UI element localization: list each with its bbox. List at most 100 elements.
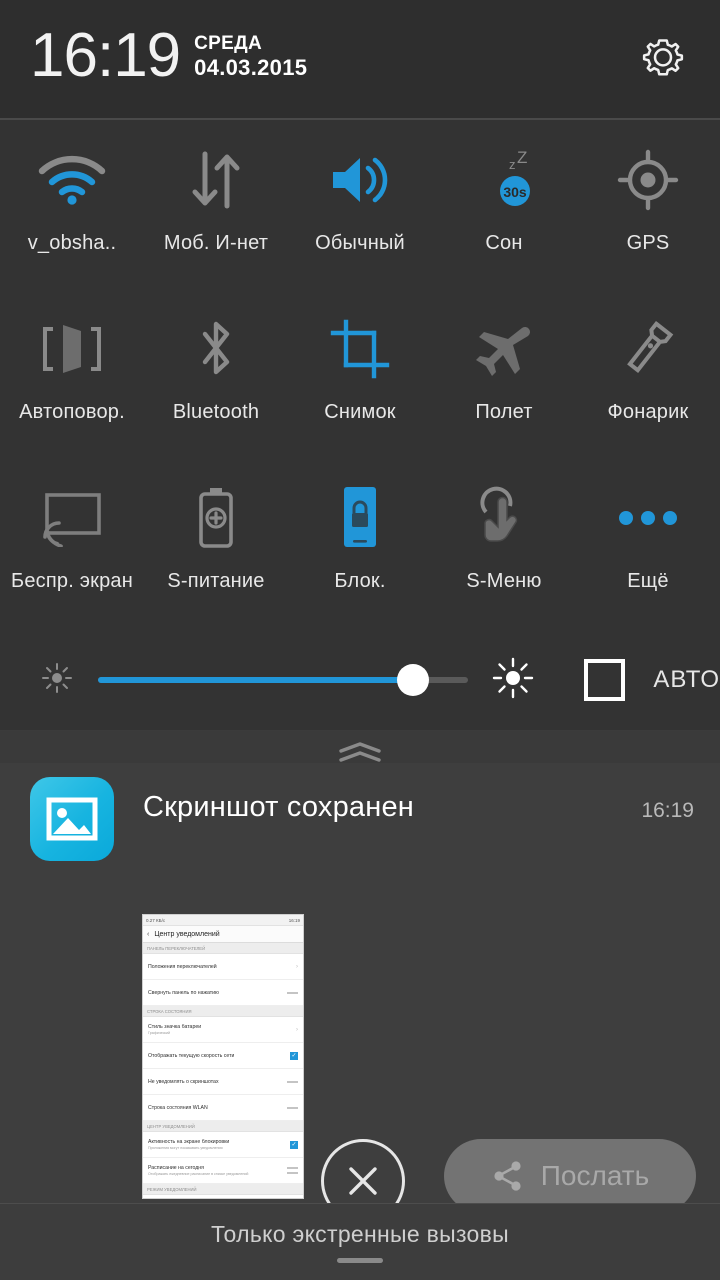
toggle-off-icon xyxy=(287,991,298,994)
toggle-flashlight[interactable]: Фонарик xyxy=(576,291,720,460)
hand-tap-icon xyxy=(459,480,549,556)
toggle-screenshot[interactable]: Снимок xyxy=(288,291,432,460)
flashlight-icon xyxy=(603,311,693,387)
toggle-label: Блок. xyxy=(334,570,386,592)
thumb-status-bar: 0.27 КБ/с 16:19 xyxy=(143,915,303,926)
toggle-label: Bluetooth xyxy=(172,401,260,423)
battery-plus-icon xyxy=(171,480,261,556)
thumb-row-title: Свернуть панель по нажатию xyxy=(148,989,219,996)
slider-thumb[interactable] xyxy=(396,664,429,696)
send-button[interactable]: Послать xyxy=(444,1139,696,1213)
thumb-row-title: Активность на экране блокировки xyxy=(148,1138,230,1145)
thumb-section-header: СТРОКА СОСТОЯНИЯ xyxy=(143,1006,303,1017)
toggle-label: v_obsha.. xyxy=(27,232,117,254)
thumb-row: Расписание на сегодня Отображать ежеднев… xyxy=(143,1158,303,1184)
bottom-status-bar: Только экстренные вызовы xyxy=(0,1203,720,1280)
gallery-image-icon xyxy=(30,777,114,861)
more-dots-icon xyxy=(603,480,693,556)
thumb-row-title: Не уведомлять о скриншотах xyxy=(148,1078,219,1085)
toggle-smart-power[interactable]: S-питание xyxy=(144,460,288,629)
toggle-label: Моб. И-нет xyxy=(163,232,269,254)
sleep-badge-text: 30s xyxy=(503,184,527,200)
chevron-right-icon: › xyxy=(296,963,298,970)
bluetooth-icon xyxy=(171,311,261,387)
toggle-label: S-питание xyxy=(167,570,265,592)
thumb-section-header: ЦЕНТР УВЕДОМЛЕНИЙ xyxy=(143,1121,303,1132)
slider-fill xyxy=(98,677,413,683)
thumb-section-header: ПАНЕЛЬ ПЕРЕКЛЮЧАТЕЛЕЙ xyxy=(143,943,303,954)
brightness-high-icon xyxy=(490,655,536,706)
toggle-gps[interactable]: GPS xyxy=(576,122,720,291)
thumb-row-title: Строка состояния WLAN xyxy=(148,1104,208,1111)
wireless-display-icon xyxy=(27,480,117,556)
thumb-row-sub: Отображать ежедневное расписание в списк… xyxy=(148,1171,249,1176)
toggle-off-icon xyxy=(287,1167,298,1169)
quick-settings-row: Беспр. экран S-питание Блок. S-Меню Ещё xyxy=(0,460,720,629)
toggle-label: Обычный xyxy=(315,232,405,254)
wifi-icon xyxy=(27,142,117,218)
thumb-row: Строка состояния WLAN xyxy=(143,1095,303,1121)
quick-settings-row: Автоповор. Bluetooth Снимок Полет Фонари… xyxy=(0,291,720,460)
toggle-label: GPS xyxy=(626,232,670,254)
checkbox-checked-icon: ✓ xyxy=(290,1140,298,1149)
brightness-slider[interactable] xyxy=(98,664,468,696)
notification-screenshot-saved[interactable]: Скриншот сохранен 16:19 0.27 КБ/с 16:19 … xyxy=(0,763,720,1223)
toggle-label: S-Меню xyxy=(466,570,542,592)
drag-handle[interactable] xyxy=(337,1258,383,1263)
toggle-label: Снимок xyxy=(324,401,396,423)
thumb-row: Стиль значка батареи Графический › xyxy=(143,1017,303,1043)
toggle-s-menu[interactable]: S-Меню xyxy=(432,460,576,629)
toggle-mobile-data[interactable]: Моб. И-нет xyxy=(144,122,288,291)
auto-brightness-label: АВТО xyxy=(653,666,720,693)
weekday-label: СРЕДА xyxy=(194,33,262,54)
thumb-row-title: Расписание на сегодня xyxy=(148,1164,204,1171)
toggle-sleep[interactable]: z Z 30s Сон xyxy=(432,122,576,291)
carrier-status-text: Только экстренные вызовы xyxy=(210,1221,509,1247)
toggle-more[interactable]: Ещё xyxy=(576,460,720,629)
thumb-status-right: 16:19 xyxy=(288,917,300,923)
notification-shade-screen: 16:19 СРЕДА 04.03.2015 v_obsha.. Моб. И-… xyxy=(0,0,720,1280)
close-icon xyxy=(349,1167,377,1195)
settings-button[interactable] xyxy=(632,30,694,92)
shade-header: 16:19 СРЕДА 04.03.2015 xyxy=(0,0,720,120)
thumb-section-header: РЕЖИМ УВЕДОМЛЕНИЙ xyxy=(143,1184,303,1195)
toggle-off-icon xyxy=(287,1080,298,1083)
brightness-row: АВТО xyxy=(0,630,720,731)
toggle-wireless-display[interactable]: Беспр. экран xyxy=(0,460,144,629)
share-icon xyxy=(494,1161,521,1191)
screen-lock-icon xyxy=(315,480,405,556)
chevron-right-icon: › xyxy=(296,1026,298,1033)
notification-time: 16:19 xyxy=(641,799,694,822)
toggle-off-icon xyxy=(287,1172,298,1174)
notification-list: Скриншот сохранен 16:19 0.27 КБ/с 16:19 … xyxy=(0,731,720,1280)
svg-text:z: z xyxy=(509,157,516,172)
checkbox-checked-icon: ✓ xyxy=(290,1051,298,1060)
thumb-row: Положения переключателей › xyxy=(143,954,303,980)
thumb-row-title: Положения переключателей xyxy=(148,963,217,970)
toggle-bluetooth[interactable]: Bluetooth xyxy=(144,291,288,460)
thumb-row: Активность на экране блокировки Приложен… xyxy=(143,1132,303,1158)
quick-settings-row: v_obsha.. Моб. И-нет Обычный z Z 30s Сон… xyxy=(0,122,720,291)
toggle-airplane[interactable]: Полет xyxy=(432,291,576,460)
screenshot-thumbnail[interactable]: 0.27 КБ/с 16:19 ‹ Центр уведомлений ПАНЕ… xyxy=(142,914,304,1199)
toggle-sound-profile[interactable]: Обычный xyxy=(288,122,432,291)
collapse-handle[interactable] xyxy=(330,739,390,765)
mobile-data-icon xyxy=(171,142,261,218)
svg-text:Z: Z xyxy=(517,149,527,167)
toggle-label: Полет xyxy=(475,401,533,423)
thumb-row: Свернуть панель по нажатию xyxy=(143,980,303,1006)
toggle-wifi[interactable]: v_obsha.. xyxy=(0,122,144,291)
date-group: СРЕДА 04.03.2015 xyxy=(194,32,307,81)
toggle-label: Фонарик xyxy=(607,401,689,423)
toggle-auto-rotate[interactable]: Автоповор. xyxy=(0,291,144,460)
thumb-row-title: Стиль значка батареи xyxy=(148,1023,202,1030)
thumb-app-title: Центр уведомлений xyxy=(154,930,220,938)
gps-crosshair-icon xyxy=(603,142,693,218)
auto-rotate-icon xyxy=(27,311,117,387)
toggle-label: Автоповор. xyxy=(19,401,125,423)
clock-time: 16:19 xyxy=(30,21,181,90)
auto-brightness-checkbox[interactable] xyxy=(583,659,626,701)
notification-title: Скриншот сохранен xyxy=(143,791,415,823)
toggle-screen-lock[interactable]: Блок. xyxy=(288,460,432,629)
back-chevron-icon: ‹ xyxy=(147,930,150,938)
